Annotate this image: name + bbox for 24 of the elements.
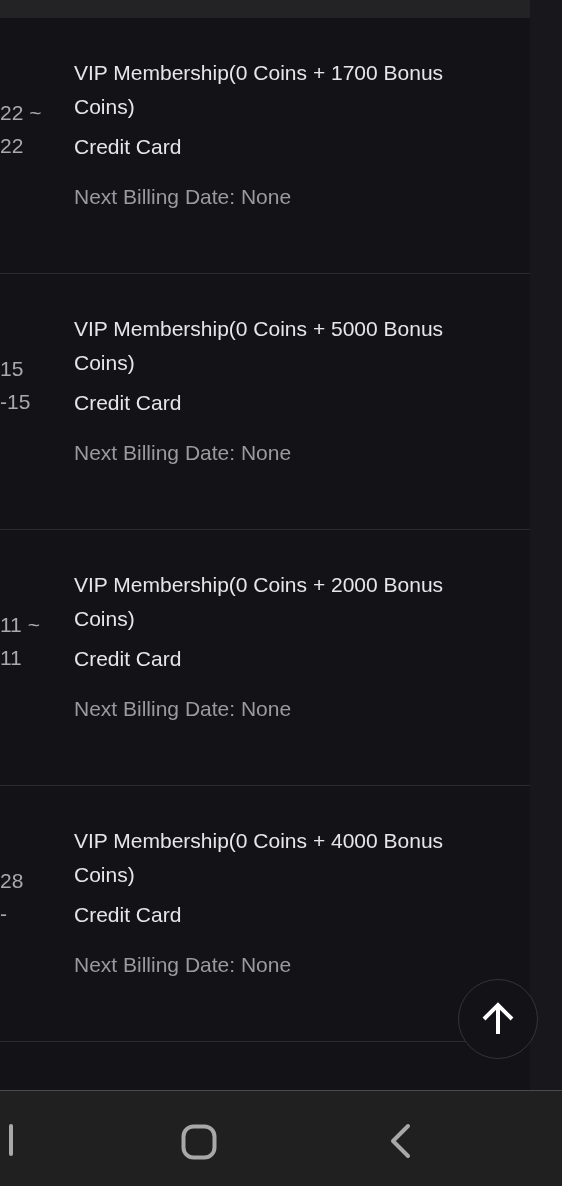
arrow-up-icon [481, 1002, 515, 1036]
payment-method: Credit Card [74, 646, 182, 672]
plan-title: VIP Membership(0 Coins + 4000 Bonus Coins) [74, 828, 445, 888]
back-icon[interactable] [388, 1123, 412, 1159]
date-text: 22 ~ [0, 99, 43, 126]
date-text: 11 [0, 644, 23, 671]
next-billing-date: Next Billing Date: None [74, 184, 292, 210]
date-text: 11 ~ [0, 611, 41, 638]
plan-title: VIP Membership(0 Coins + 2000 Bonus Coins) [74, 572, 445, 632]
next-billing-date: Next Billing Date: None [74, 952, 292, 978]
plan-title: VIP Membership(0 Coins + 5000 Bonus Coins) [74, 316, 445, 376]
plan-title: VIP Membership(0 Coins + 1700 Bonus Coins) [74, 60, 445, 120]
payment-method: Credit Card [74, 902, 182, 928]
date-text: -15 [0, 388, 32, 415]
next-billing-date: Next Billing Date: None [74, 696, 292, 722]
date-text: 15 [0, 355, 25, 382]
next-billing-date: Next Billing Date: None [74, 440, 292, 466]
home-icon[interactable] [181, 1124, 217, 1160]
date-text: 22 [0, 132, 25, 159]
payment-method: Credit Card [74, 134, 182, 160]
payment-method: Credit Card [74, 390, 182, 416]
date-text: - [0, 900, 8, 927]
date-text: 28 [0, 867, 25, 894]
recent-apps-icon[interactable] [6, 1124, 16, 1156]
